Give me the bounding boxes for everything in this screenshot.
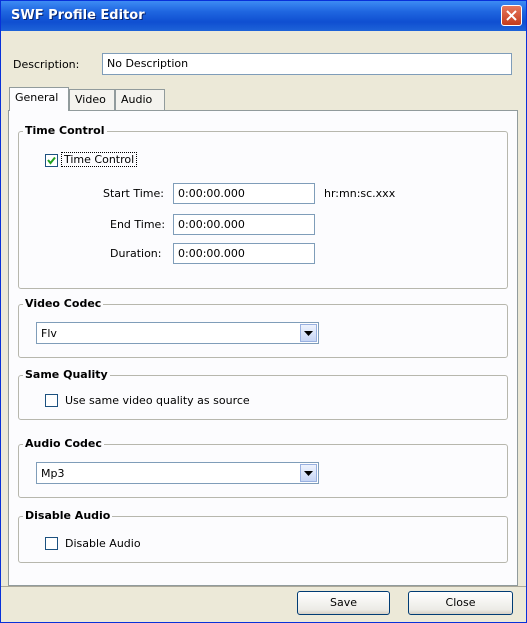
video-codec-dropdown-button[interactable] — [300, 324, 317, 342]
check-mark-icon — [47, 156, 56, 165]
same-quality-checkbox-label[interactable]: Use same video quality as source — [65, 394, 250, 407]
description-input[interactable]: No Description — [102, 53, 512, 75]
same-quality-checkbox[interactable] — [45, 394, 58, 407]
duration-input[interactable]: 0:00:00.000 — [173, 243, 315, 264]
tab-audio[interactable]: Audio — [115, 89, 165, 111]
save-button[interactable]: Save — [297, 591, 390, 615]
end-time-label: End Time: — [110, 218, 166, 231]
time-control-group: Time Control Time Control Start Time: 0:… — [18, 124, 508, 289]
description-label: Description: — [13, 58, 80, 71]
video-codec-group-title: Video Codec — [23, 297, 104, 310]
tab-general[interactable]: General — [9, 87, 69, 111]
tab-video[interactable]: Video — [69, 89, 115, 111]
time-control-group-title: Time Control — [23, 124, 107, 137]
window-title: SWF Profile Editor — [11, 8, 145, 23]
video-codec-group: Video Codec Flv — [18, 297, 508, 358]
audio-codec-group-title: Audio Codec — [23, 437, 104, 450]
tab-video-label: Video — [75, 93, 106, 106]
audio-codec-group: Audio Codec Mp3 — [18, 437, 508, 498]
same-quality-group-title: Same Quality — [23, 368, 110, 381]
footer-divider — [1, 586, 526, 587]
disable-audio-checkbox[interactable] — [45, 537, 58, 550]
audio-codec-dropdown-button[interactable] — [300, 464, 317, 482]
close-icon — [506, 10, 517, 21]
video-codec-select[interactable]: Flv — [36, 322, 319, 344]
start-time-input[interactable]: 0:00:00.000 — [173, 183, 315, 204]
video-codec-value: Flv — [41, 327, 57, 340]
chevron-down-icon — [304, 331, 313, 336]
window-close-button[interactable] — [501, 5, 522, 26]
tab-general-label: General — [15, 91, 59, 104]
time-control-checkbox-label[interactable]: Time Control — [61, 152, 138, 167]
same-quality-group: Same Quality Use same video quality as s… — [18, 368, 508, 420]
tab-audio-label: Audio — [121, 93, 153, 106]
end-time-input[interactable]: 0:00:00.000 — [173, 214, 315, 235]
duration-label: Duration: — [110, 247, 162, 260]
close-button[interactable]: Close — [408, 591, 513, 615]
title-bar[interactable]: SWF Profile Editor — [1, 1, 526, 31]
disable-audio-group-title: Disable Audio — [23, 509, 113, 522]
audio-codec-value: Mp3 — [41, 467, 65, 480]
start-time-label: Start Time: — [103, 187, 164, 200]
audio-codec-select[interactable]: Mp3 — [36, 462, 319, 484]
disable-audio-checkbox-label[interactable]: Disable Audio — [65, 537, 141, 550]
general-tab-panel: Time Control Time Control Start Time: 0:… — [8, 110, 518, 586]
time-control-checkbox[interactable] — [45, 154, 58, 167]
profile-editor-window: SWF Profile Editor Description: No Descr… — [0, 0, 527, 623]
chevron-down-icon — [304, 471, 313, 476]
time-format-hint: hr:mn:sc.xxx — [324, 187, 396, 200]
disable-audio-group: Disable Audio Disable Audio — [18, 509, 508, 563]
